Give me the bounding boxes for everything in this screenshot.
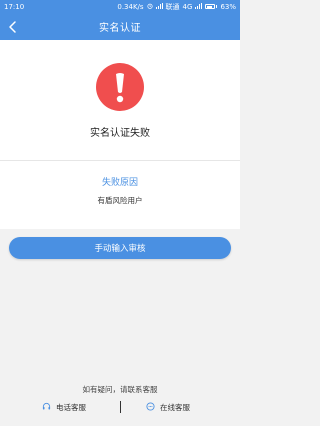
status-bar: 17:10 0.34K/s 联通 4G 63%	[0, 0, 240, 13]
status-time: 17:10	[4, 2, 25, 11]
nav-bar: 实名认证	[0, 13, 240, 40]
manual-review-button[interactable]: 手动输入审核	[9, 237, 231, 259]
battery-icon	[205, 4, 218, 9]
help-text: 如有疑问，请联系客服	[82, 385, 158, 394]
support-divider	[120, 401, 121, 413]
page-title: 实名认证	[99, 23, 141, 34]
phone-support-label: 电话客服	[56, 403, 86, 412]
phone-support-link[interactable]: 电话客服	[42, 402, 86, 413]
signal-icon-1	[155, 2, 163, 11]
online-support-label: 在线客服	[160, 403, 190, 412]
reason-title: 失败原因	[101, 178, 138, 188]
back-arrow-icon[interactable]	[6, 19, 20, 33]
net-speed: 0.34K/s	[117, 2, 144, 11]
signal-icon-2	[195, 2, 203, 11]
chat-bubble-icon	[146, 402, 155, 413]
reason-text: 有盾风险用户	[97, 196, 143, 205]
battery-percent: 63%	[220, 2, 236, 11]
network-type: 4G	[182, 2, 193, 11]
online-support-link[interactable]: 在线客服	[146, 402, 190, 413]
headset-icon	[42, 402, 51, 413]
alarm-icon	[146, 3, 153, 11]
result-status: 实名认证失败	[90, 128, 150, 139]
carrier-name: 联通	[165, 2, 180, 11]
status-right: 0.34K/s 联通 4G 63%	[117, 2, 236, 12]
exclamation-circle-icon	[96, 63, 144, 111]
